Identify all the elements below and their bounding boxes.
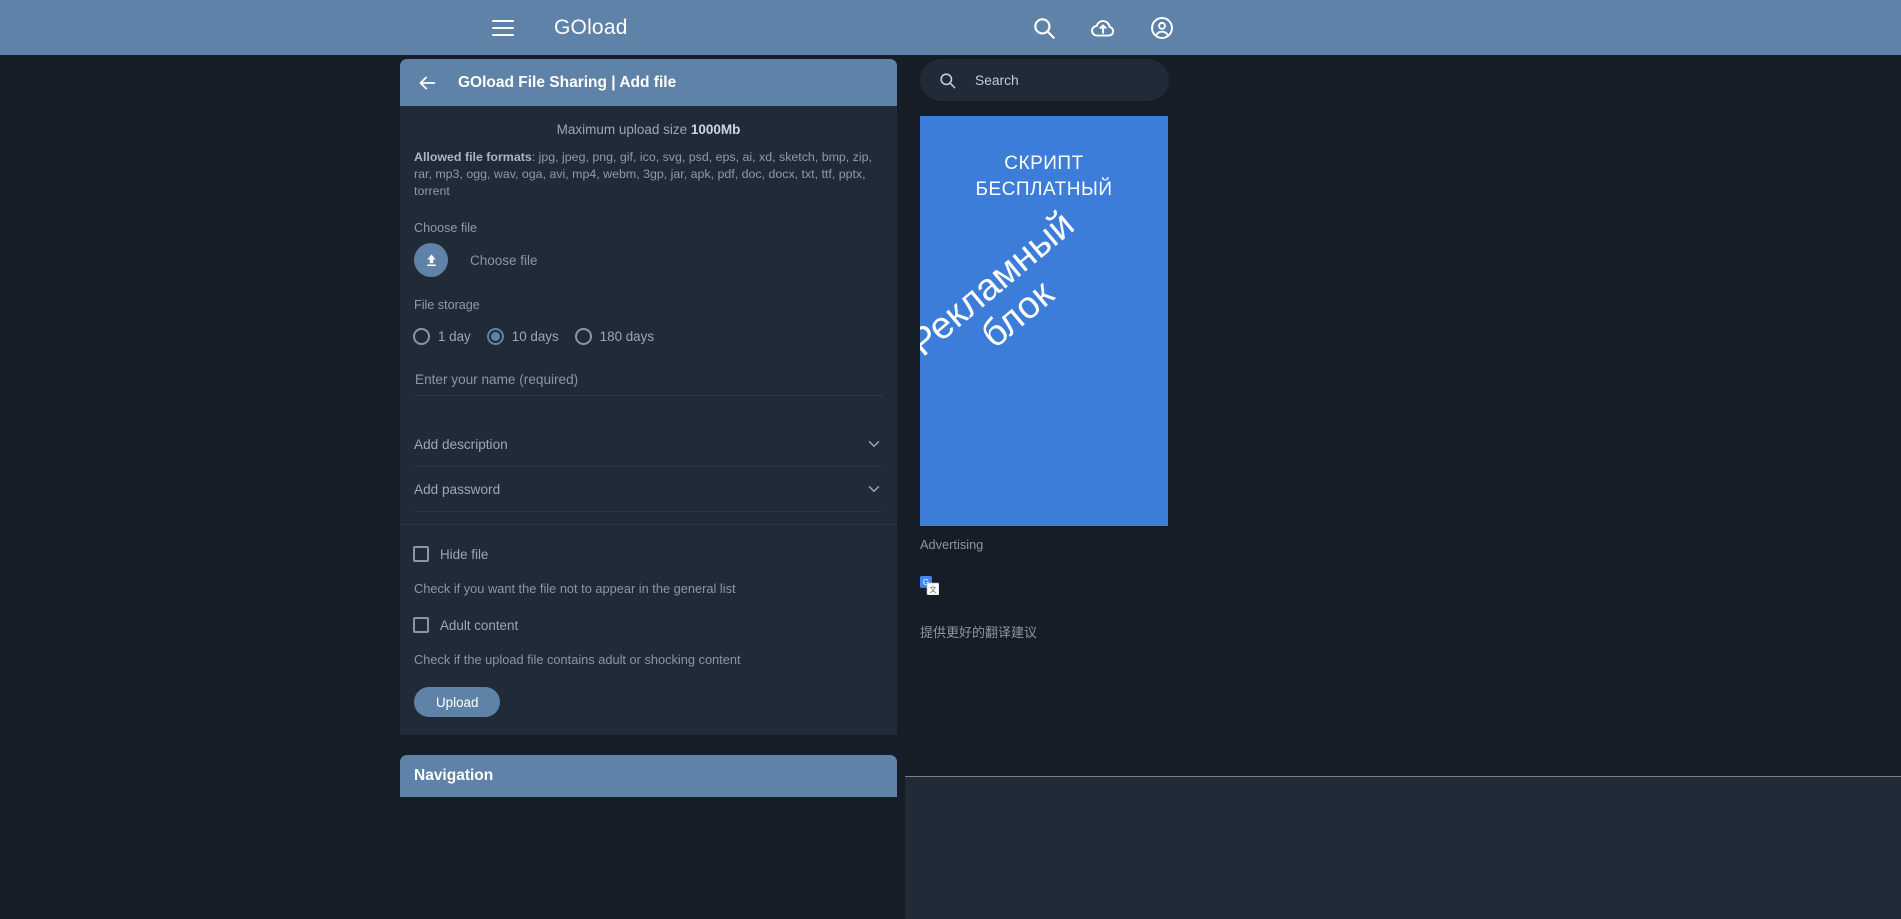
navigation-header: Navigation <box>400 755 897 797</box>
advertising-caption: Advertising <box>920 537 984 552</box>
section-divider <box>400 524 897 525</box>
storage-option-10-days[interactable]: 10 days <box>486 328 559 345</box>
ad-headline-line2: БЕСПЛАТНЫЙ <box>975 179 1113 200</box>
radio-icon-selected <box>486 328 504 345</box>
app-bar-actions <box>1031 15 1175 41</box>
ad-headline: СКРИПТ БЕСПЛАТНЫЙ <box>920 151 1168 203</box>
choose-file-label: Choose file <box>414 221 478 235</box>
app-title: GOload <box>554 15 628 39</box>
upload-button[interactable]: Upload <box>414 687 501 717</box>
ad-headline-line1: СКРИПТ <box>1004 153 1084 174</box>
left-gutter <box>0 55 400 919</box>
storage-option-label: 1 day <box>438 329 471 344</box>
chevron-down-icon[interactable] <box>865 480 883 498</box>
hamburger-menu-icon[interactable] <box>492 13 522 43</box>
app-bar-left: GOload <box>492 13 628 43</box>
choose-file-row[interactable]: Choose file <box>400 243 897 277</box>
storage-option-label: 10 days <box>511 329 559 344</box>
checkbox-label: Hide file <box>440 546 489 562</box>
allowed-formats: Allowed file formats: jpg, jpeg, png, gi… <box>400 149 897 200</box>
file-storage-radio-group: 1 day 10 days 180 days <box>400 328 897 345</box>
radio-icon <box>574 328 592 345</box>
advertising-banner[interactable]: СКРИПТ БЕСПЛАТНЫЙ Рекламный блок <box>920 116 1168 526</box>
max-upload-size: Maximum upload size 1000Mb <box>400 106 897 149</box>
checkbox-adult-content[interactable]: Adult content <box>400 617 897 633</box>
name-input[interactable] <box>414 372 883 396</box>
account-circle-icon[interactable] <box>1149 15 1175 41</box>
search-icon[interactable] <box>938 71 957 90</box>
checkbox-icon <box>413 546 429 562</box>
search-input[interactable] <box>975 72 1145 88</box>
accordion-add-password[interactable]: Add password <box>414 467 883 512</box>
name-field-wrap <box>400 371 897 396</box>
accordion-add-description[interactable]: Add description <box>414 422 883 467</box>
chevron-down-icon[interactable] <box>865 435 883 453</box>
adult-content-hint: Check if the upload file contains adult … <box>414 652 741 667</box>
ad-diagonal-text: Рекламный блок <box>920 195 1168 497</box>
bottom-panel <box>905 777 1901 919</box>
file-storage-label: File storage <box>414 298 480 312</box>
choose-file-button[interactable]: Choose file <box>470 253 538 268</box>
upload-arrow-icon[interactable] <box>414 243 448 277</box>
svg-text:文: 文 <box>930 585 937 594</box>
checkbox-hide-file[interactable]: Hide file <box>400 546 897 562</box>
page-header: GOload File Sharing | Add file <box>400 59 897 106</box>
hide-file-hint: Check if you want the file not to appear… <box>414 581 736 596</box>
main-column: GOload File Sharing | Add file Maximum u… <box>400 55 897 797</box>
max-upload-size-prefix: Maximum upload size <box>556 122 691 137</box>
storage-option-180-days[interactable]: 180 days <box>574 328 655 345</box>
checkbox-label: Adult content <box>440 617 519 633</box>
allowed-formats-label: Allowed file formats <box>414 150 532 164</box>
radio-icon <box>413 328 430 345</box>
right-sidebar: СКРИПТ БЕСПЛАТНЫЙ Рекламный блок Adverti… <box>920 55 1169 641</box>
arrow-left-icon[interactable] <box>410 66 444 100</box>
cloud-upload-icon[interactable] <box>1090 15 1116 41</box>
sidebar-search-box[interactable] <box>920 59 1169 101</box>
accordion-label: Add description <box>414 436 508 452</box>
max-upload-size-value: 1000Mb <box>690 122 741 137</box>
add-file-card: Maximum upload size 1000Mb Allowed file … <box>400 106 897 735</box>
bottom-divider <box>905 776 1901 777</box>
google-translate-icon[interactable]: G 文 <box>920 576 940 596</box>
app-bar: GOload <box>0 0 1901 55</box>
storage-option-label: 180 days <box>599 329 655 344</box>
accordion-label: Add password <box>414 481 501 497</box>
storage-option-1-day[interactable]: 1 day <box>413 328 471 345</box>
search-icon[interactable] <box>1031 15 1057 41</box>
translate-suggestion-link[interactable]: 提供更好的翻译建议 <box>920 622 1169 641</box>
page-title: GOload File Sharing | Add file <box>458 73 677 91</box>
checkbox-icon <box>413 617 429 633</box>
